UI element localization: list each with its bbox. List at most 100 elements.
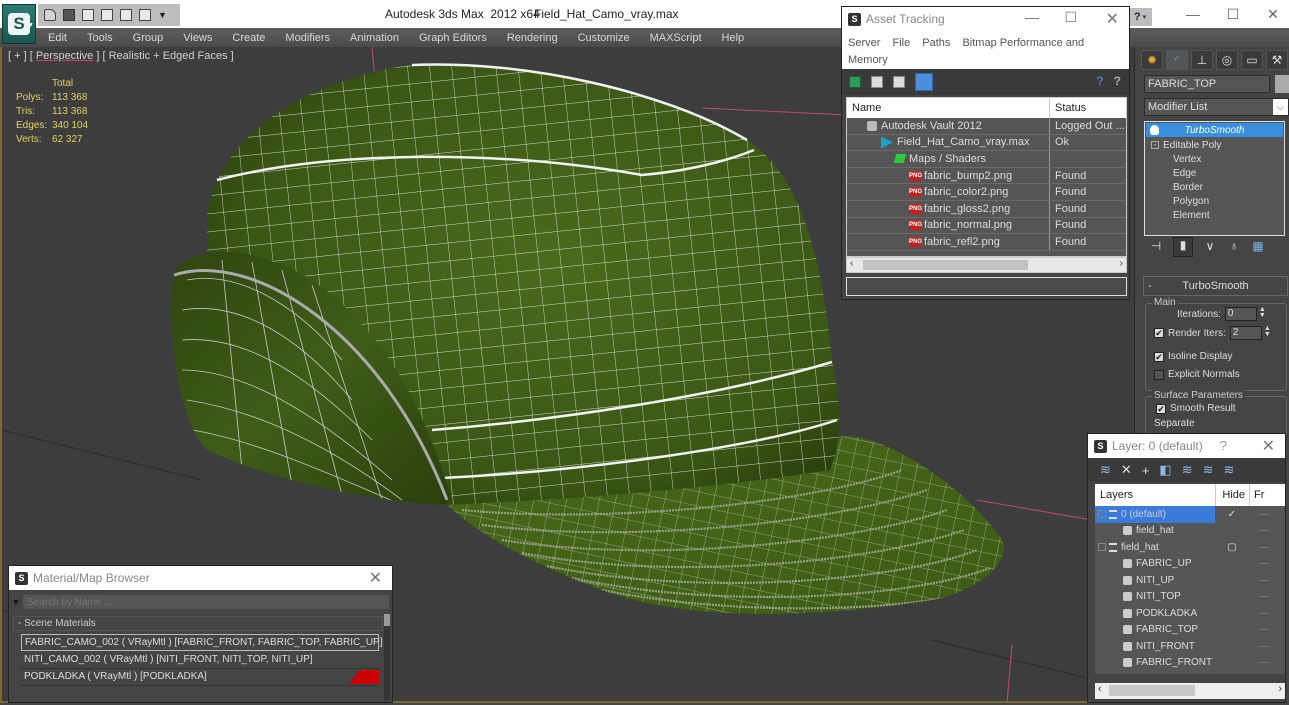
menu-group[interactable]: Group (133, 32, 164, 44)
asset-row[interactable]: PNG fabric_color2.png Found (847, 184, 1126, 201)
close-button[interactable]: ✕ (1258, 4, 1288, 24)
menu-bitmap-performance[interactable]: Bitmap Performance and Memory (848, 37, 1084, 66)
layer-object-row[interactable]: field_hat — (1095, 523, 1285, 540)
menu-help[interactable]: Help (722, 32, 745, 44)
hold-icon[interactable] (139, 9, 151, 21)
scroll-left-icon[interactable]: ‹ (850, 258, 853, 269)
hide-toggle[interactable]: — (1249, 608, 1279, 619)
layer-object-row[interactable]: NITI_UP — (1095, 572, 1285, 589)
scene-materials-group[interactable]: - Scene Materials (13, 616, 383, 631)
stack-item-element[interactable]: Element (1145, 208, 1284, 222)
object-color-swatch[interactable] (1275, 75, 1289, 93)
add-to-layer-icon[interactable]: + (1142, 463, 1150, 478)
make-unique-icon[interactable]: ∨ (1203, 239, 1217, 255)
menu-rendering[interactable]: Rendering (507, 32, 558, 44)
browser-options-icon[interactable]: ▼ (9, 597, 23, 607)
search-input[interactable] (23, 595, 389, 609)
column-name[interactable]: Name (847, 98, 1050, 118)
lightbulb-icon[interactable] (1150, 125, 1159, 135)
menu-paths[interactable]: Paths (922, 37, 950, 49)
display-tab[interactable]: ▭ (1241, 50, 1263, 70)
menu-maxscript[interactable]: MAXScript (650, 32, 702, 44)
modify-tab[interactable]: ◜ (1166, 50, 1188, 70)
configure-modifier-sets-icon[interactable]: ▦ (1251, 239, 1265, 255)
asset-row[interactable]: Autodesk Vault 2012 Logged Out ... (847, 118, 1126, 135)
close-button[interactable]: ✕ (369, 568, 382, 588)
layer-object-row[interactable]: FABRIC_TOP — (1095, 622, 1285, 639)
help-button[interactable]: ? ▾ (1128, 8, 1152, 26)
scrollbar-thumb[interactable] (1109, 685, 1195, 696)
hide-toggle[interactable]: — (1249, 542, 1279, 553)
column-hide[interactable]: Hide (1215, 484, 1249, 506)
customize-dropdown-icon[interactable]: ▼ (158, 10, 167, 20)
viewport-shading-mode[interactable]: ] [ Realistic + Edged Faces ] (93, 50, 233, 62)
remove-modifier-icon[interactable]: ♁ (1227, 239, 1241, 255)
scrollbar-thumb[interactable] (863, 260, 1028, 270)
freeze-all-icon[interactable]: ≋ (1224, 462, 1235, 478)
list-view-icon[interactable] (871, 76, 883, 88)
material-item[interactable]: NITI_CAMO_002 ( VRayMtl ) [NITI_FRONT, N… (21, 652, 379, 669)
hide-all-icon[interactable]: ≋ (1203, 462, 1214, 478)
pin-stack-icon[interactable]: ⊣ (1149, 239, 1163, 255)
hide-toggle[interactable]: — (1249, 525, 1279, 536)
menu-tools[interactable]: Tools (87, 32, 113, 44)
viewport-label[interactable]: [ + ] [ Perspective ] [ Realistic + Edge… (8, 50, 234, 62)
material-browser-titlebar[interactable]: S Material/Map Browser ✕ (9, 566, 392, 590)
isoline-display-checkbox[interactable]: ✔ (1154, 351, 1164, 362)
minimize-button[interactable]: — (1025, 9, 1039, 25)
expand-icon[interactable] (1098, 543, 1106, 552)
layer-dialog-titlebar[interactable]: S Layer: 0 (default) ? ✕ (1088, 434, 1285, 458)
menu-edit[interactable]: Edit (48, 32, 67, 44)
undo-icon[interactable] (82, 9, 94, 21)
vertical-scrollbar[interactable] (384, 614, 390, 700)
current-layer-toggle[interactable]: ▢ (1215, 542, 1249, 553)
menu-modifiers[interactable]: Modifiers (285, 32, 330, 44)
table-view-icon[interactable] (915, 73, 933, 91)
iterations-spinner[interactable]: 0 (1224, 307, 1257, 321)
highlight-layer-icon[interactable]: ≋ (1182, 462, 1193, 478)
motion-tab[interactable]: ◎ (1216, 50, 1238, 70)
menu-file[interactable]: File (892, 37, 910, 49)
render-iters-checkbox[interactable]: ✔ (1154, 328, 1164, 338)
open-file-icon[interactable] (44, 9, 56, 21)
hierarchy-tab[interactable]: ⊥ (1191, 50, 1213, 70)
asset-path-field[interactable] (846, 277, 1127, 296)
utilities-tab[interactable]: ⚒ (1266, 50, 1288, 70)
maximize-button[interactable]: ☐ (1218, 4, 1248, 24)
minimize-button[interactable]: — (1178, 4, 1208, 24)
render-iters-spinner[interactable]: 2 (1229, 326, 1262, 340)
stack-item-border[interactable]: Border (1145, 180, 1284, 194)
explicit-normals-checkbox[interactable] (1154, 369, 1164, 380)
close-button[interactable]: ✕ (1262, 436, 1275, 456)
column-freeze[interactable]: Fr (1249, 484, 1279, 506)
new-layer-icon[interactable]: ≋ (1100, 462, 1111, 478)
menu-animation[interactable]: Animation (350, 32, 399, 44)
layer-object-row[interactable]: FABRIC_FRONT — (1095, 655, 1285, 672)
hide-toggle[interactable]: — (1249, 641, 1279, 652)
viewport-view-name[interactable]: Perspective (36, 50, 93, 62)
help-button[interactable]: ? (1220, 438, 1227, 453)
maximize-button[interactable]: ☐ (1064, 9, 1077, 26)
current-layer-toggle[interactable]: ✓ (1215, 509, 1249, 520)
scrollbar-thumb[interactable] (384, 614, 390, 626)
menu-graph-editors[interactable]: Graph Editors (419, 32, 487, 44)
create-tab[interactable]: ✹ (1141, 50, 1163, 70)
spinner-arrows-icon[interactable]: ▲ ▼ (1259, 306, 1267, 321)
select-objects-icon[interactable]: ◧ (1159, 462, 1171, 478)
asset-row[interactable]: PNG fabric_normal.png Found (847, 217, 1126, 235)
hide-toggle[interactable]: — (1249, 624, 1279, 635)
asset-row[interactable]: PNG fabric_gloss2.png Found (847, 200, 1126, 218)
collapse-icon[interactable]: - (1151, 141, 1159, 149)
asset-row[interactable]: Field_Hat_Camo_vray.max Ok (847, 134, 1126, 152)
scroll-right-icon[interactable]: › (1278, 683, 1282, 695)
menu-customize[interactable]: Customize (578, 32, 630, 44)
asset-row[interactable]: PNG fabric_bump2.png Found (847, 167, 1126, 185)
thumbnail-view-icon[interactable] (893, 76, 905, 88)
modifier-list-dropdown[interactable]: Modifier List ⌵ (1144, 98, 1289, 116)
asset-row[interactable]: Maps / Shaders (847, 151, 1126, 168)
object-name-field[interactable]: FABRIC_TOP (1144, 75, 1270, 93)
material-item[interactable]: PODKLADKA ( VRayMtl ) [PODKLADKA] (21, 669, 379, 686)
show-end-result-icon[interactable]: ▮ (1173, 237, 1193, 257)
stack-item-edge[interactable]: Edge (1145, 166, 1284, 180)
context-help-icon[interactable]: ? (1114, 74, 1121, 88)
